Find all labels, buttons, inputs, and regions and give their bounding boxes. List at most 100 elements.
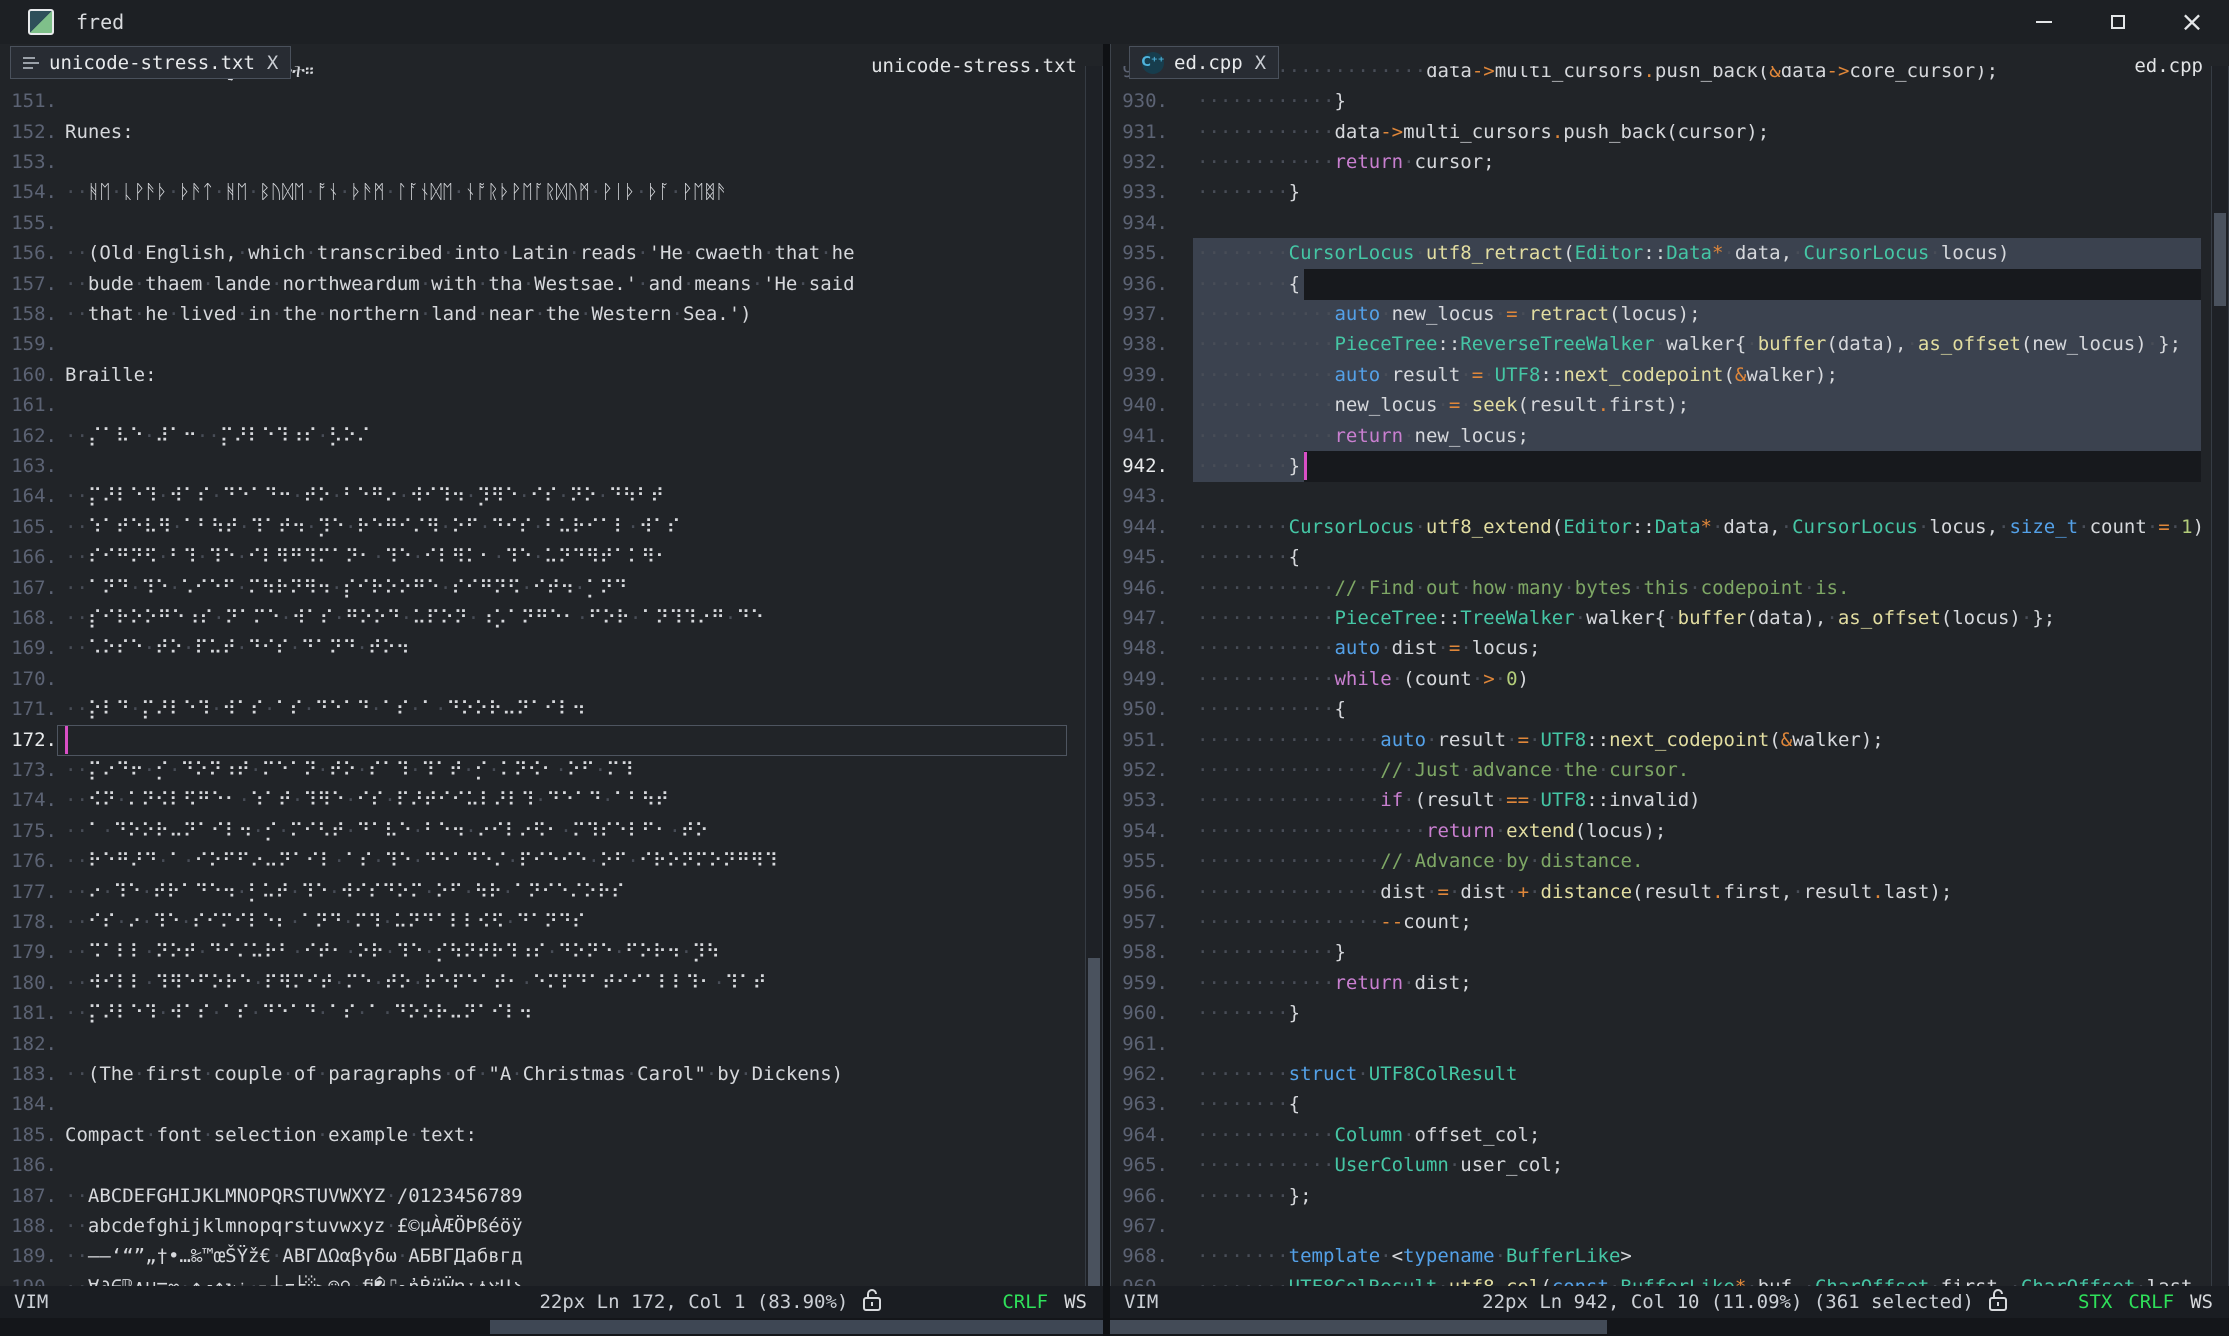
code-line[interactable]: 189.··–—‘“”„†•…‰™œŠŸž€·ΑΒΓΔΩαβγδω·АБВГДа…	[0, 1241, 1103, 1272]
code-line[interactable]: 945.········{	[1111, 542, 2229, 573]
code-lines[interactable]: 929.····················data->multi_curs…	[1111, 44, 2229, 1286]
code-line[interactable]: 949.············while·(count·>·0)	[1111, 664, 2229, 695]
code-line[interactable]: 183.··(The·first·couple·of·paragraphs·of…	[0, 1059, 1103, 1090]
code-line[interactable]: 153.	[0, 147, 1103, 178]
tab-ed-cpp[interactable]: C⁺⁺ ed.cpp X	[1129, 46, 1279, 79]
lock-icon[interactable]	[862, 1288, 882, 1317]
editor-pane-text[interactable]: 150.··ሥራ·ከመፍታት·ልጄን·ላፋታት።151.152.Runes:15…	[0, 44, 1103, 1286]
code-line[interactable]: 969.········UTF8ColResult·utf8_col(const…	[1111, 1272, 2229, 1286]
code-line[interactable]: 932.············return·cursor;	[1111, 147, 2229, 178]
code-line[interactable]: 956.················dist·=·dist·+·distan…	[1111, 877, 2229, 908]
tab-close-icon[interactable]: X	[1255, 52, 1266, 74]
code-line[interactable]: 967.	[1111, 1211, 2229, 1242]
cursor-position: 22px Ln 942, Col 10 (11.09%) (361 select…	[1482, 1291, 1974, 1313]
code-line[interactable]: 177.··⠔·⠹⠑·⠞⠗⠁⠙⠑⠲·⡃⠥⠞·⠹⠑·⠺⠊⠎⠙⠕⠍·⠕⠋·⠳⠗·⠁⠝…	[0, 877, 1103, 908]
scrollbar-thumb[interactable]	[2214, 213, 2226, 306]
code-line[interactable]: 961.	[1111, 1029, 2229, 1060]
code-line[interactable]: 186.	[0, 1150, 1103, 1181]
scrollbar-thumb[interactable]	[1088, 958, 1100, 1286]
code-line[interactable]: 151.	[0, 86, 1103, 117]
code-line[interactable]: 164.··⡍⠜⠇⠑⠹·⠺⠁⠎·⠙⠑⠁⠙⠒·⠞⠕·⠃⠑⠛⠔·⠺⠊⠹⠲·⡹⠻⠑·⠊…	[0, 481, 1103, 512]
code-line[interactable]: 165.··⠱⠁⠞⠑⠧⠻·⠁⠃⠳⠞·⠹⠁⠞⠲·⡹⠑·⠗⠑⠛⠊⠌⠻·⠕⠋·⠙⠊⠎·…	[0, 512, 1103, 543]
code-line[interactable]: 190.··∀∂∈ℝ∧∪≡∞·↑↗↨↻⇣·┐┼╔╘░►☺♀·ﬁ�⑀₂ἠḂӥẄɐː…	[0, 1272, 1103, 1286]
code-line[interactable]: 154.··ᚻᛖ·ᚳᚹᚫᚦ·ᚦᚫᛏ·ᚻᛖ·ᛒᚢᛞᛖ·ᚩᚾ·ᚦᚫᛗ·ᛚᚪᚾᛞᛖ·ᚾ…	[0, 177, 1103, 208]
code-line[interactable]: 182.	[0, 1029, 1103, 1060]
editor-pane-code[interactable]: 929.····················data->multi_curs…	[1110, 44, 2229, 1286]
file-format-flags: CRLFWS	[1002, 1291, 1087, 1313]
code-line[interactable]: 965.············UserColumn·user_col;	[1111, 1150, 2229, 1181]
line-number: 184.	[0, 1089, 57, 1119]
code-line[interactable]: 181.··⡍⠜⠇⠑⠹·⠺⠁⠎·⠁⠎·⠙⠑⠁⠙·⠁⠎·⠁·⠙⠕⠕⠗⠤⠝⠁⠊⠇⠲	[0, 998, 1103, 1029]
code-line[interactable]: 968.········template·<typename·BufferLik…	[1111, 1241, 2229, 1272]
vertical-scrollbar[interactable]	[2211, 44, 2229, 1286]
lock-icon[interactable]	[1988, 1288, 2008, 1317]
code-line[interactable]: 173.··⡍⠔⠙⠖·⡊·⠙⠕⠝⠰⠞·⠍⠑⠁⠝·⠞⠕·⠎⠁⠹·⠹⠁⠞·⡊·⠅⠝⠪…	[0, 755, 1103, 786]
code-line[interactable]: 959.············return·dist;	[1111, 968, 2229, 999]
code-line[interactable]: 180.··⠺⠊⠇⠇·⠹⠻⠑⠋⠕⠗⠑·⠏⠻⠍⠊⠞·⠍⠑·⠞⠕·⠗⠑⠏⠑⠁⠞⠂·⠑…	[0, 968, 1103, 999]
maximize-button[interactable]	[2081, 0, 2155, 44]
code-line[interactable]: 170.	[0, 664, 1103, 695]
code-line[interactable]: 168.··⡎⠊⠗⠕⠕⠛⠑⠰⠎·⠝⠁⠍⠑·⠺⠁⠎·⠛⠕⠕⠙·⠥⠏⠕⠝·⠰⡡⠁⠝⠛…	[0, 603, 1103, 634]
code-line[interactable]: 152.Runes:	[0, 117, 1103, 148]
code-line[interactable]: 178.··⠊⠎·⠔·⠹⠑·⠎⠊⠍⠊⠇⠑⠆·⠁⠝⠙·⠍⠹·⠥⠝⠙⠁⠇⠇⠪⠫·⠙⠁…	[0, 907, 1103, 938]
vertical-scrollbar[interactable]	[1085, 44, 1103, 1286]
code-line[interactable]: 954.····················return·extend(lo…	[1111, 816, 2229, 847]
code-line[interactable]: 167.··⠁⠝⠙·⠹⠑·⠡⠊⠑⠋·⠍⠳⠗⠝⠻⠲·⡎⠊⠗⠕⠕⠛⠑·⠎⠊⠛⠝⠫·⠊…	[0, 573, 1103, 604]
code-line[interactable]: 930.············}	[1111, 86, 2229, 117]
tab-unicode-stress[interactable]: unicode-stress.txt X	[10, 46, 291, 79]
code-line[interactable]: 179.··⠩⠁⠇⠇·⠝⠕⠞·⠙⠊⠌⠥⠗⠃·⠊⠞⠂·⠕⠗·⠹⠑·⡊⠳⠝⠞⠗⠹⠰⠎…	[0, 937, 1103, 968]
code-line[interactable]: 159.	[0, 329, 1103, 360]
tab-close-icon[interactable]: X	[267, 52, 278, 74]
code-line[interactable]: 160.Braille:	[0, 360, 1103, 391]
code-line[interactable]: 953.················if·(result·==·UTF8::…	[1111, 785, 2229, 816]
code-line[interactable]: 185.Compact·font·selection·example·text:	[0, 1120, 1103, 1151]
code-line[interactable]: 163.	[0, 451, 1103, 482]
code-line[interactable]: 934.	[1111, 208, 2229, 239]
horizontal-scrollbar[interactable]	[1110, 1318, 2229, 1336]
code-line[interactable]: 951.················auto·result·=·UTF8::…	[1111, 725, 2229, 756]
code-line[interactable]: 931.············data->multi_cursors.push…	[1111, 117, 2229, 148]
code-line[interactable]: 162.··⡌⠁⠧⠑·⠼⠁⠒··⡍⠜⠇⠑⠹⠰⠎·⡣⠕⠌	[0, 421, 1103, 452]
code-line[interactable]: 157.··bude·thaem·lande·northweardum·with…	[0, 269, 1103, 300]
code-line[interactable]: 188.··abcdefghijklmnopqrstuvwxyz·£©µÀÆÖÞ…	[0, 1211, 1103, 1242]
code-line[interactable]: 176.··⠗⠑⠛⠜⠙·⠁·⠊⠕⠋⠋⠔⠤⠝⠁⠊⠇·⠁⠎·⠹⠑·⠙⠑⠁⠙⠑⠌·⠏⠊…	[0, 846, 1103, 877]
line-number: 174.	[0, 785, 57, 815]
code-line[interactable]: 950.············{	[1111, 694, 2229, 725]
close-button[interactable]: ×	[2155, 0, 2229, 44]
code-line[interactable]: 946.············//·Find·out·how·many·byt…	[1111, 573, 2229, 604]
code-line[interactable]: 156.··(Old·English,·which·transcribed·in…	[0, 238, 1103, 269]
line-number: 945.	[1111, 542, 1168, 572]
code-line[interactable]: 166.··⠎⠊⠛⠝⠫·⠃⠹·⠹⠑·⠊⠇⠻⠛⠹⠍⠁⠝⠂·⠹⠑·⠊⠇⠻⠅⠂·⠹⠑·…	[0, 542, 1103, 573]
code-line[interactable]: 943.	[1111, 481, 2229, 512]
code-line[interactable]: 944.········CursorLocus·utf8_extend(Edit…	[1111, 512, 2229, 543]
code-line[interactable]: 957.················--count;	[1111, 907, 2229, 938]
code-line[interactable]: 184.	[0, 1089, 1103, 1120]
code-line[interactable]: 952.················//·Just·advance·the·…	[1111, 755, 2229, 786]
code-line[interactable]: 175.··⠁·⠙⠕⠕⠗⠤⠝⠁⠊⠇⠲·⡊·⠍⠊⠣⠞·⠙⠁⠧⠑·⠃⠑⠲·⠔⠊⠇⠔⠫…	[0, 816, 1103, 847]
line-number: 156.	[0, 238, 57, 268]
code-line[interactable]: 171.··⡕⠇⠙·⡍⠜⠇⠑⠹·⠺⠁⠎·⠁⠎·⠙⠑⠁⠙·⠁⠎·⠁·⠙⠕⠕⠗⠤⠝⠁…	[0, 694, 1103, 725]
horizontal-scrollbar[interactable]	[0, 1318, 1103, 1336]
minimize-button[interactable]	[2007, 0, 2081, 44]
code-line[interactable]: 155.	[0, 208, 1103, 239]
line-number: 164.	[0, 481, 57, 511]
code-line[interactable]: 169.··⠡⠕⠎⠑·⠞⠕·⠏⠥⠞·⠙⠊⠎·⠙⠁⠝⠙·⠞⠕⠲	[0, 633, 1103, 664]
pane-divider[interactable]	[1103, 44, 1110, 1336]
code-line[interactable]: 960.········}	[1111, 998, 2229, 1029]
text-lines[interactable]: 150.··ሥራ·ከመፍታት·ልጄን·ላፋታት።151.152.Runes:15…	[0, 44, 1103, 1286]
code-line[interactable]: 174.··⠪⠝·⠅⠝⠪⠇⠫⠛⠑⠂·⠱⠁⠞·⠹⠻⠑·⠊⠎·⠏⠜⠞⠊⠊⠥⠇⠜⠇⠹·…	[0, 785, 1103, 816]
code-line[interactable]: 964.············Column·offset_col;	[1111, 1120, 2229, 1151]
code-line[interactable]: 958.············}	[1111, 937, 2229, 968]
code-line[interactable]: 962.········struct·UTF8ColResult	[1111, 1059, 2229, 1090]
scrollbar-thumb[interactable]	[1110, 1320, 1607, 1334]
code-line[interactable]: 947.············PieceTree::TreeWalker·wa…	[1111, 603, 2229, 634]
code-line[interactable]: 187.··ABCDEFGHIJKLMNOPQRSTUVWXYZ·/012345…	[0, 1181, 1103, 1212]
code-line[interactable]: 933.········}	[1111, 177, 2229, 208]
code-line[interactable]: 948.············auto·dist·=·locus;	[1111, 633, 2229, 664]
scrollbar-thumb[interactable]	[490, 1320, 1103, 1334]
code-line[interactable]: 955.················//·Advance·by·distan…	[1111, 846, 2229, 877]
code-line[interactable]: 963.········{	[1111, 1089, 2229, 1120]
code-line[interactable]: 158.··that·he·lived·in·the·northern·land…	[0, 299, 1103, 330]
code-line[interactable]: 966.········};	[1111, 1181, 2229, 1212]
code-line[interactable]: 161.	[0, 390, 1103, 421]
